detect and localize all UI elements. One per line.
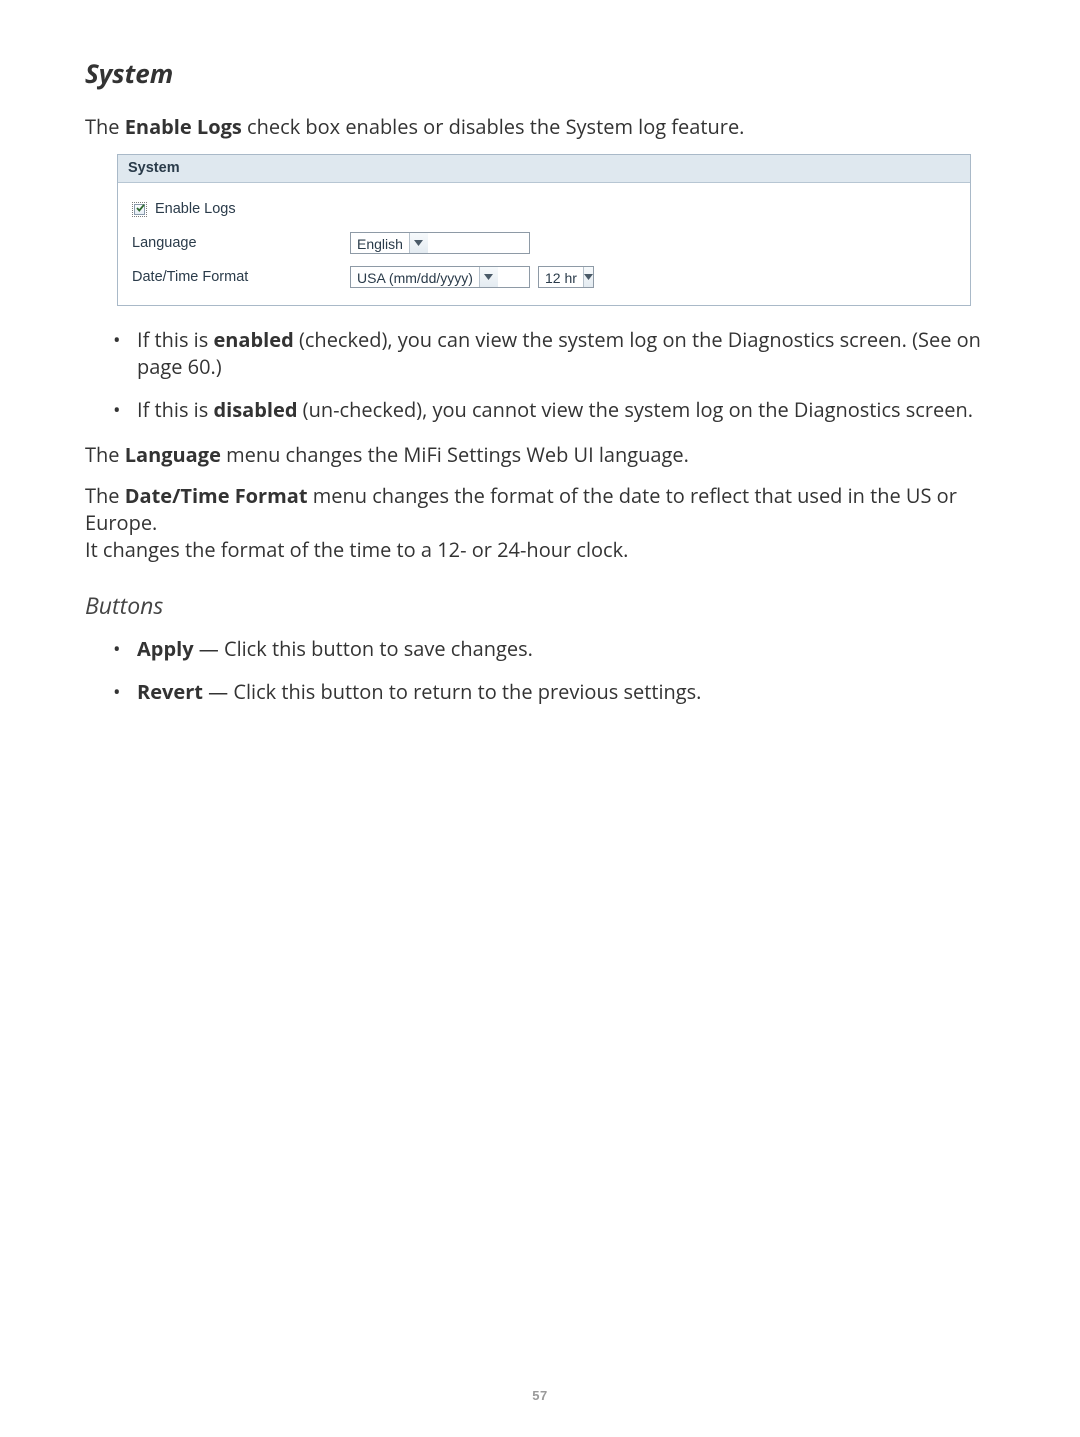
chevron-down-icon [479,267,498,287]
text: It changes the format of the time to a 1… [85,536,628,563]
date-format-select[interactable]: USA (mm/dd/yyyy) [350,266,530,288]
language-label: Language [132,235,350,251]
check-icon [136,203,145,213]
chevron-down-icon [583,267,593,287]
text: — Click this button to save changes. [194,635,533,662]
datetime-row: Date/Time Format USA (mm/dd/yyyy) 12 hr [132,263,956,291]
chevron-down-icon [409,233,428,253]
datetime-label: Date/Time Format [132,269,350,285]
clock-format-select[interactable]: 12 hr [538,266,594,288]
feature-bullets: If this is enabled (checked), you can vi… [85,326,995,423]
text-bold: enabled [213,326,293,353]
enable-logs-checkbox[interactable] [132,202,147,217]
text: menu changes the MiFi Settings Web UI la… [221,441,689,468]
system-panel-screenshot: System Enable Logs Language En [117,154,971,306]
text-bold: Enable Logs [125,113,242,140]
intro-paragraph: The Enable Logs check box enables or dis… [85,113,995,140]
text: check box enables or disables the System… [242,113,745,140]
language-paragraph: The Language menu changes the MiFi Setti… [85,441,995,468]
text-bold: Language [125,441,221,468]
text-bold: Date/Time Format [125,482,308,509]
section-title-system: System [85,55,995,91]
language-select-value: English [351,233,409,253]
datetime-paragraph: The Date/Time Format menu changes the fo… [85,482,995,563]
text-bold: Apply [137,635,194,662]
list-item: If this is enabled (checked), you can vi… [137,326,995,380]
panel-title: System [118,155,970,183]
text: The [85,113,125,140]
language-select[interactable]: English [350,232,530,254]
list-item: Revert — Click this button to return to … [137,678,995,705]
date-format-select-value: USA (mm/dd/yyyy) [351,267,479,287]
enable-logs-row: Enable Logs [132,195,956,223]
buttons-subtitle: Buttons [85,589,995,621]
text-bold: disabled [213,396,297,423]
text: (checked), you can view the system log o… [294,326,981,353]
language-row: Language English [132,229,956,257]
text: The [85,482,125,509]
text: If this is [137,326,213,353]
text-bold: Revert [137,678,203,705]
text: page 60.) [137,353,222,380]
text: If this is [137,396,213,423]
buttons-bullets: Apply — Click this button to save change… [85,635,995,705]
clock-format-select-value: 12 hr [539,267,583,287]
list-item: Apply — Click this button to save change… [137,635,995,662]
text: (un-checked), you cannot view the system… [297,396,973,423]
enable-logs-label: Enable Logs [155,201,236,217]
page-number: 57 [0,1388,1080,1403]
list-item: If this is disabled (un-checked), you ca… [137,396,995,423]
text: The [85,441,125,468]
text: — Click this button to return to the pre… [203,678,701,705]
